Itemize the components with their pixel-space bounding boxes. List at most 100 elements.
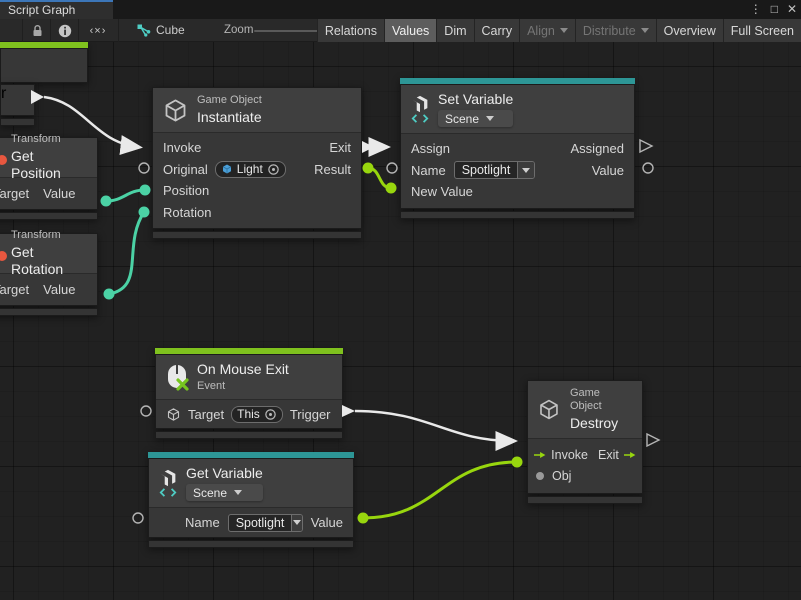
node-title: On Mouse Exit [197, 361, 289, 378]
transform-icon [0, 155, 7, 165]
chevron-down-icon [234, 490, 242, 495]
tab-script-graph[interactable]: Script Graph [0, 0, 113, 19]
fullscreen-button[interactable]: Full Screen [723, 19, 801, 42]
variable-icon [158, 469, 178, 497]
port-obj-in[interactable] [512, 457, 523, 468]
node-get-position[interactable]: Transform Get Position Target Value [0, 137, 98, 220]
port-trigger-out[interactable] [342, 405, 355, 417]
overview-button[interactable]: Overview [656, 19, 723, 42]
node-footer [152, 231, 362, 239]
code-view-button[interactable]: ‹×› [79, 19, 117, 42]
position-port-label: Position [163, 183, 209, 198]
carry-button[interactable]: Carry [474, 19, 520, 42]
object-picker-icon[interactable] [264, 408, 277, 421]
info-button[interactable] [52, 19, 78, 42]
port-new-value-in[interactable] [386, 183, 397, 194]
value-port-label: Value [43, 186, 75, 201]
obj-port-label: Obj [552, 469, 571, 483]
lock-icon [31, 24, 44, 38]
original-port-label: Original [163, 162, 208, 177]
original-object-field[interactable]: Light [215, 161, 286, 178]
toolbar-buttons: Relations Values Dim Carry Align Distrib… [317, 19, 801, 42]
chevron-down-icon [293, 520, 301, 525]
target-port-label: Target [0, 282, 29, 297]
variable-scope-dropdown[interactable]: Scene [438, 110, 513, 127]
node-title: Get Rotation [11, 244, 87, 278]
port-position-in[interactable] [140, 185, 151, 196]
maximize-icon[interactable]: □ [771, 0, 778, 19]
invoke-port-label: Invoke [551, 448, 588, 462]
port-value-out[interactable] [643, 163, 653, 173]
original-object-name: Light [237, 162, 263, 176]
port-result-out[interactable] [363, 163, 374, 174]
node-get-variable[interactable]: Get Variable Scene Name Spotlight Value [148, 452, 354, 548]
distribute-dropdown[interactable]: Distribute [575, 19, 656, 42]
port-destroy-exit-out[interactable] [647, 434, 659, 446]
port-rotation-in[interactable] [139, 207, 150, 218]
value-port-label: Value [43, 282, 75, 297]
port-name-in[interactable] [387, 163, 397, 173]
target-port-label: Target [0, 186, 29, 201]
title-bar: Script Graph ⋮ □ ✕ [0, 0, 801, 19]
variable-name-dropdown[interactable]: Spotlight [228, 514, 303, 532]
node-subtitle: Event [197, 380, 289, 393]
unity-logo-icon [410, 95, 430, 113]
dim-button[interactable]: Dim [436, 19, 473, 42]
more-menu-icon[interactable]: ⋮ [750, 0, 762, 19]
dropdown-button[interactable] [291, 515, 301, 531]
connection-rotation-value[interactable] [109, 212, 144, 294]
port-trigger-out[interactable] [31, 90, 44, 104]
assign-port-label: Assign [411, 141, 450, 156]
port-get-position-value-out[interactable] [101, 196, 112, 207]
graph-canvas[interactable]: r Transform Get Position Target Value [0, 42, 801, 600]
connection-position-value[interactable] [106, 190, 145, 201]
connection-value-to-obj[interactable] [363, 462, 517, 518]
assigned-port-label: Assigned [571, 141, 624, 156]
object-cube-icon [221, 163, 233, 175]
toolbar-divider [22, 19, 23, 42]
port-getvar-value-out[interactable] [358, 513, 369, 524]
chevron-down-icon [486, 116, 494, 121]
flow-arrow-icon [624, 450, 636, 460]
node-get-rotation[interactable]: Transform Get Rotation Target Value [0, 233, 98, 316]
port-event-target-in[interactable] [141, 406, 151, 416]
port-original-in[interactable] [139, 163, 149, 173]
relations-button[interactable]: Relations [317, 19, 384, 42]
node-partial-event-header[interactable] [0, 42, 88, 83]
align-dropdown[interactable]: Align [519, 19, 575, 42]
name-port-label: Name [185, 515, 220, 530]
target-object-field[interactable]: This [231, 406, 283, 423]
port-exit-out[interactable] [362, 141, 374, 153]
variable-scope-dropdown[interactable]: Scene [186, 484, 263, 501]
port-get-rotation-value-out[interactable] [104, 289, 115, 300]
game-object-cube-icon [537, 397, 561, 422]
node-partial-event-body[interactable]: r [0, 84, 35, 126]
rotation-port-label: Rotation [163, 205, 211, 220]
node-footer [0, 212, 98, 220]
port-assigned-out[interactable] [640, 140, 652, 152]
target-port-label: Target [188, 407, 224, 422]
transform-icon [0, 251, 7, 261]
node-on-mouse-exit[interactable]: On Mouse Exit Event Target This [155, 348, 343, 439]
game-object-cube-icon [162, 97, 189, 124]
port-getvar-name-in[interactable] [133, 513, 143, 523]
value-dot-icon [536, 472, 544, 480]
node-footer [0, 118, 35, 126]
value-port-label: Value [311, 515, 343, 530]
lock-button[interactable] [24, 19, 50, 42]
breadcrumb[interactable]: Cube [156, 23, 185, 37]
node-title: Destroy [570, 415, 632, 432]
connection-trigger-to-destroy[interactable] [355, 411, 513, 441]
object-picker-icon[interactable] [267, 163, 280, 176]
node-destroy[interactable]: Game Object Destroy Invoke Exit [527, 380, 643, 504]
node-set-variable[interactable]: Set Variable Scene Assign Assigned Name [400, 78, 635, 219]
node-instantiate[interactable]: Game Object Instantiate Invoke Exit Orig… [152, 87, 362, 239]
node-footer [0, 308, 98, 316]
trigger-port-label: Trigger [290, 407, 331, 422]
values-button[interactable]: Values [384, 19, 436, 42]
graph-breadcrumb-icon-wrap [136, 19, 152, 42]
dropdown-button[interactable] [517, 162, 534, 178]
close-icon[interactable]: ✕ [787, 0, 797, 19]
variable-name-dropdown[interactable]: Spotlight [454, 161, 536, 179]
new-value-port-label: New Value [411, 184, 473, 199]
